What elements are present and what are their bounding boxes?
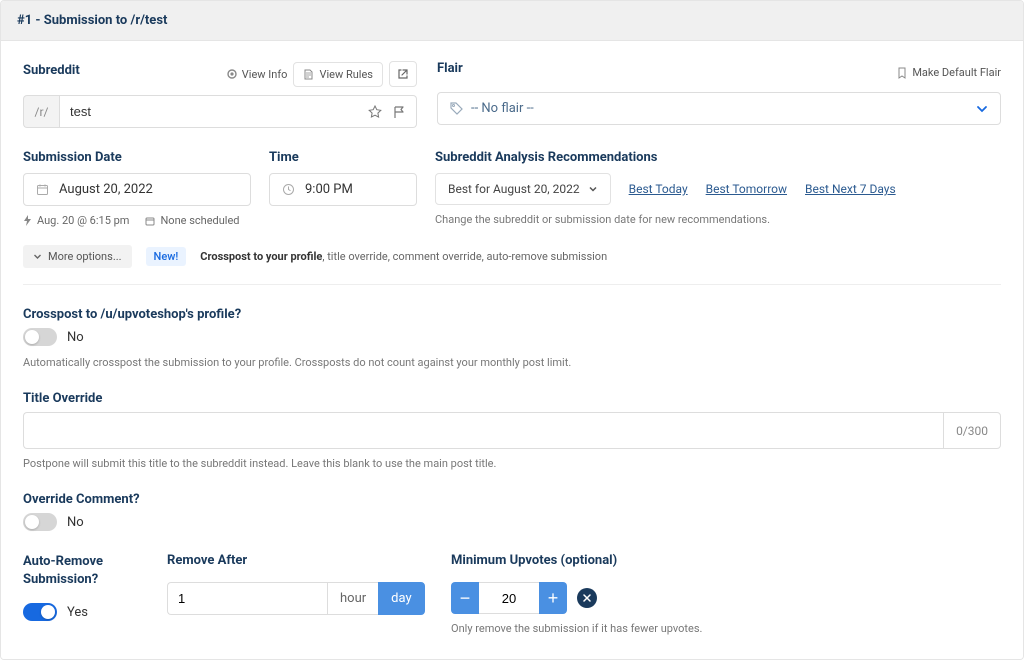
crosspost-section: Crosspost to /u/upvoteshop's profile? No… <box>23 307 1001 369</box>
min-upvotes-input[interactable] <box>479 582 539 614</box>
override-comment-value: No <box>67 515 84 530</box>
bookmark-icon <box>897 67 907 79</box>
remove-after-label: Remove After <box>167 553 427 568</box>
flair-section: Flair Make Default Flair -- No flair -- <box>437 61 1001 128</box>
override-comment-toggle[interactable] <box>23 513 57 531</box>
star-icon[interactable] <box>368 105 382 119</box>
auto-remove-section: Auto-Remove Submission? Yes <box>23 553 143 621</box>
time-section: Time 9:00 PM <box>269 150 417 227</box>
chevron-down-icon <box>33 252 42 261</box>
best-today-link[interactable]: Best Today <box>629 182 688 196</box>
make-default-flair-button[interactable]: Make Default Flair <box>897 66 1001 79</box>
override-comment-label: Override Comment? <box>23 492 140 507</box>
override-comment-section: Override Comment? No <box>23 492 1001 531</box>
analysis-label: Subreddit Analysis Recommendations <box>435 150 1001 165</box>
subreddit-prefix: /r/ <box>23 95 59 128</box>
more-options-button[interactable]: More options... <box>23 245 132 268</box>
card-title: #1 - Submission to /r/test <box>17 13 167 28</box>
flair-selected: -- No flair -- <box>471 101 534 116</box>
more-options-description: Crosspost to your profile, title overrid… <box>200 250 607 263</box>
bolt-icon <box>23 215 32 226</box>
external-link-icon <box>397 68 409 80</box>
flag-icon[interactable] <box>392 105 406 119</box>
crosspost-toggle[interactable] <box>23 328 57 346</box>
crosspost-help: Automatically crosspost the submission t… <box>23 356 1001 369</box>
min-upvotes-label: Minimum Upvotes (optional) <box>451 553 811 568</box>
view-rules-button[interactable]: View Rules <box>293 62 383 87</box>
time-label: Time <box>269 150 417 165</box>
time-value: 9:00 PM <box>305 182 353 197</box>
auto-remove-label: Auto-Remove Submission? <box>23 553 143 589</box>
best-for-dropdown[interactable]: Best for August 20, 2022 <box>435 173 611 205</box>
best-7days-link[interactable]: Best Next 7 Days <box>805 182 896 196</box>
calendar-small-icon <box>145 216 155 226</box>
min-upvotes-section: Minimum Upvotes (optional) − + Only remo… <box>451 553 811 635</box>
title-override-help: Postpone will submit this title to the s… <box>23 457 1001 470</box>
best-tomorrow-link[interactable]: Best Tomorrow <box>706 182 787 196</box>
rules-icon <box>303 69 314 80</box>
chevron-down-icon <box>588 184 598 194</box>
analysis-help: Change the subreddit or submission date … <box>435 213 1001 226</box>
subreddit-label: Subreddit <box>23 63 80 78</box>
flair-select[interactable]: -- No flair -- <box>437 92 1001 125</box>
min-upvotes-stepper: − + <box>451 582 567 614</box>
min-upvotes-help: Only remove the submission if it has few… <box>451 622 811 635</box>
subreddit-input-group: /r/ <box>23 95 417 128</box>
submission-card: #1 - Submission to /r/test Subreddit Vie… <box>0 0 1024 660</box>
date-value: August 20, 2022 <box>59 182 153 197</box>
title-override-input[interactable] <box>23 412 943 449</box>
clear-min-upvotes-button[interactable] <box>577 588 597 608</box>
schedule-hint: Aug. 20 @ 6:15 pm <box>23 214 129 227</box>
more-options-row: More options... New! Crosspost to your p… <box>23 245 1001 285</box>
none-scheduled: None scheduled <box>145 214 239 227</box>
analysis-section: Subreddit Analysis Recommendations Best … <box>435 150 1001 227</box>
calendar-icon <box>36 183 49 196</box>
crosspost-label: Crosspost to /u/upvoteshop's profile? <box>23 307 241 322</box>
chevron-down-icon <box>976 103 988 115</box>
open-subreddit-button[interactable] <box>389 61 417 87</box>
close-icon <box>583 594 591 602</box>
flair-label: Flair <box>437 61 463 76</box>
new-badge: New! <box>146 247 187 266</box>
title-override-counter: 0/300 <box>943 412 1001 449</box>
tag-icon <box>450 102 463 115</box>
remove-after-day[interactable]: day <box>378 582 424 615</box>
subreddit-input[interactable] <box>59 95 358 128</box>
remove-after-input[interactable] <box>167 582 327 615</box>
increment-button[interactable]: + <box>539 582 567 614</box>
remove-after-hour[interactable]: hour <box>327 582 378 615</box>
date-input[interactable]: August 20, 2022 <box>23 173 251 206</box>
subreddit-section: Subreddit View Info View Rul <box>23 61 417 128</box>
decrement-button[interactable]: − <box>451 582 479 614</box>
auto-remove-value: Yes <box>67 605 88 620</box>
date-section: Submission Date August 20, 2022 Aug. 20 … <box>23 150 251 227</box>
title-override-section: Title Override 0/300 Postpone will submi… <box>23 391 1001 470</box>
time-input[interactable]: 9:00 PM <box>269 173 417 206</box>
crosspost-value: No <box>67 330 84 345</box>
remove-after-section: Remove After hour day <box>167 553 427 615</box>
card-header: #1 - Submission to /r/test <box>1 1 1023 41</box>
view-info-button[interactable]: View Info <box>227 68 288 81</box>
title-override-label: Title Override <box>23 391 102 406</box>
clock-icon <box>282 183 295 196</box>
auto-remove-toggle[interactable] <box>23 603 57 621</box>
date-label: Submission Date <box>23 150 251 165</box>
info-icon <box>227 69 237 79</box>
